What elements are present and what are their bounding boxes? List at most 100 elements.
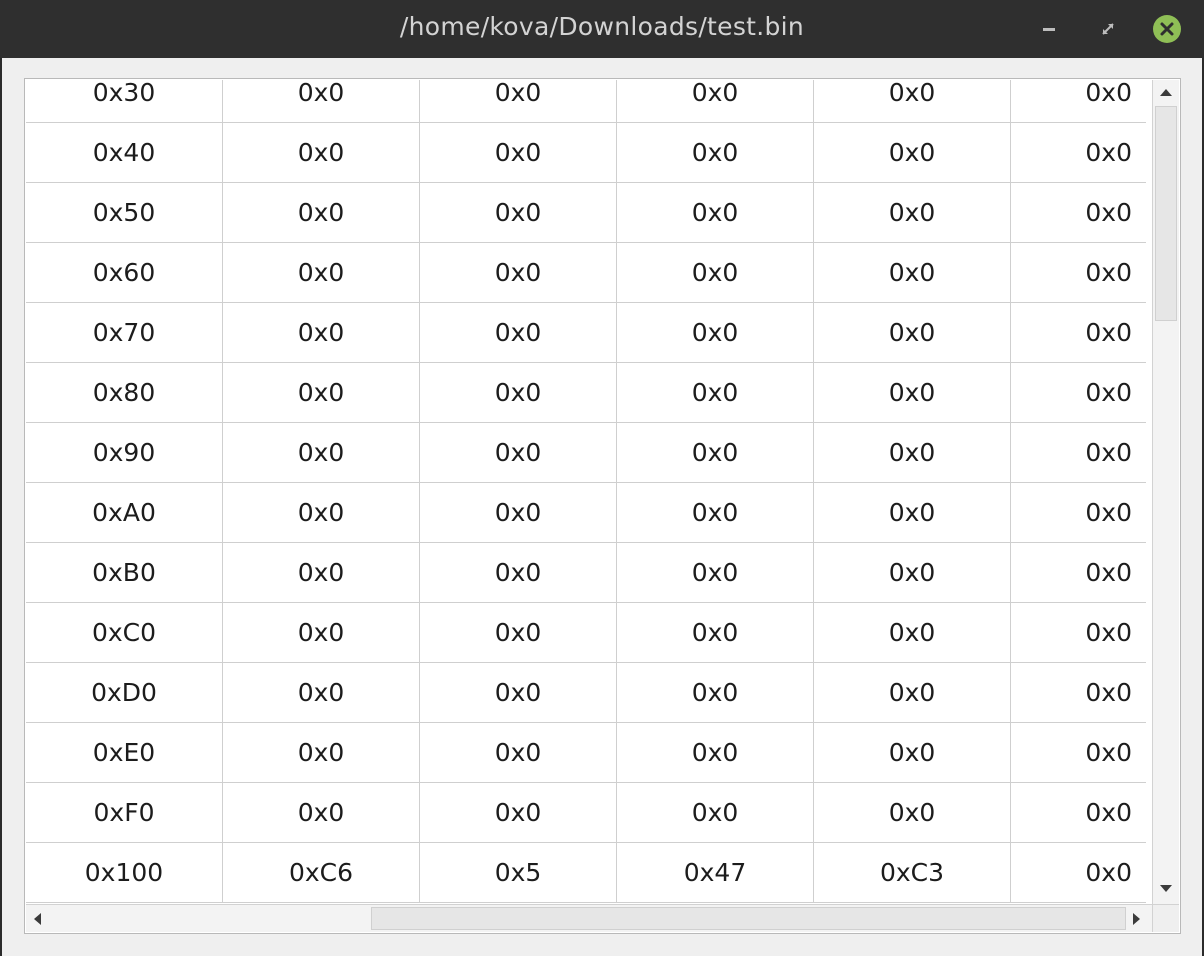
scroll-down-arrow-icon[interactable] [1160, 885, 1172, 892]
offset-cell[interactable]: 0xC0 [26, 603, 223, 663]
byte-cell[interactable]: 0x47 [617, 843, 814, 903]
byte-cell[interactable]: 0x0 [1011, 483, 1146, 543]
byte-cell[interactable]: 0x0 [814, 80, 1011, 123]
window-body: 0x30 0x0 0x0 0x0 0x0 0x0 0x40 0x0 0x0 0x0 0x0 0x0 0x… [2, 58, 1202, 956]
byte-cell[interactable]: 0xC6 [223, 843, 420, 903]
offset-cell[interactable]: 0x70 [26, 303, 223, 363]
offset-cell[interactable]: 0x80 [26, 363, 223, 423]
byte-cell[interactable]: 0x0 [420, 423, 617, 483]
offset-cell[interactable]: 0x60 [26, 243, 223, 303]
byte-cell[interactable]: 0x0 [814, 363, 1011, 423]
byte-cell[interactable]: 0x0 [814, 423, 1011, 483]
byte-cell[interactable]: 0x0 [420, 723, 617, 783]
offset-cell[interactable]: 0xA0 [26, 483, 223, 543]
byte-cell[interactable]: 0x0 [617, 783, 814, 843]
byte-cell[interactable]: 0x0 [1011, 663, 1146, 723]
table-row: 0xB0 0x0 0x0 0x0 0x0 0x0 [26, 543, 1146, 603]
byte-cell[interactable]: 0x0 [1011, 723, 1146, 783]
byte-cell[interactable]: 0x0 [617, 80, 814, 123]
byte-cell[interactable]: 0x0 [223, 783, 420, 843]
byte-cell[interactable]: 0x0 [1011, 843, 1146, 903]
byte-cell[interactable]: 0x0 [223, 723, 420, 783]
offset-cell[interactable]: 0x90 [26, 423, 223, 483]
byte-cell[interactable]: 0x5 [420, 843, 617, 903]
offset-cell[interactable]: 0x40 [26, 123, 223, 183]
vertical-scroll-thumb[interactable] [1155, 106, 1177, 321]
byte-cell[interactable]: 0x0 [617, 243, 814, 303]
offset-cell[interactable]: 0xB0 [26, 543, 223, 603]
byte-cell[interactable]: 0x0 [814, 603, 1011, 663]
offset-cell[interactable]: 0x50 [26, 183, 223, 243]
byte-cell[interactable]: 0x0 [223, 423, 420, 483]
horizontal-scrollbar[interactable] [26, 904, 1152, 932]
byte-cell[interactable]: 0x0 [617, 363, 814, 423]
byte-cell[interactable]: 0x0 [1011, 423, 1146, 483]
offset-cell[interactable]: 0xD0 [26, 663, 223, 723]
byte-cell[interactable]: 0x0 [814, 723, 1011, 783]
byte-cell[interactable]: 0x0 [617, 183, 814, 243]
byte-cell[interactable]: 0x0 [420, 543, 617, 603]
offset-cell[interactable]: 0x100 [26, 843, 223, 903]
byte-cell[interactable]: 0x0 [814, 243, 1011, 303]
scroll-right-arrow-icon[interactable] [1133, 913, 1140, 925]
offset-cell[interactable]: 0xF0 [26, 783, 223, 843]
byte-cell[interactable]: 0x0 [814, 783, 1011, 843]
byte-cell[interactable]: 0x0 [420, 243, 617, 303]
byte-cell[interactable]: 0x0 [617, 423, 814, 483]
byte-cell[interactable]: 0x0 [223, 363, 420, 423]
byte-cell[interactable]: 0x0 [223, 663, 420, 723]
byte-cell[interactable]: 0x0 [617, 603, 814, 663]
close-icon [1160, 22, 1174, 36]
byte-cell[interactable]: 0x0 [420, 483, 617, 543]
byte-cell[interactable]: 0xC3 [814, 843, 1011, 903]
byte-cell[interactable]: 0x0 [223, 603, 420, 663]
byte-cell[interactable]: 0x0 [617, 123, 814, 183]
byte-cell[interactable]: 0x0 [814, 543, 1011, 603]
scroll-up-arrow-icon[interactable] [1160, 89, 1172, 96]
vertical-scrollbar[interactable] [1152, 80, 1179, 904]
byte-cell[interactable]: 0x0 [223, 123, 420, 183]
byte-cell[interactable]: 0x0 [1011, 783, 1146, 843]
byte-cell[interactable]: 0x0 [1011, 303, 1146, 363]
byte-cell[interactable]: 0x0 [1011, 80, 1146, 123]
byte-cell[interactable]: 0x0 [814, 303, 1011, 363]
byte-cell[interactable]: 0x0 [223, 183, 420, 243]
close-button[interactable] [1153, 15, 1181, 43]
byte-cell[interactable]: 0x0 [1011, 603, 1146, 663]
byte-cell[interactable]: 0x0 [420, 783, 617, 843]
byte-cell[interactable]: 0x0 [223, 243, 420, 303]
byte-cell[interactable]: 0x0 [1011, 123, 1146, 183]
byte-cell[interactable]: 0x0 [814, 183, 1011, 243]
byte-cell[interactable]: 0x0 [814, 663, 1011, 723]
byte-cell[interactable]: 0x0 [420, 183, 617, 243]
byte-cell[interactable]: 0x0 [420, 80, 617, 123]
byte-cell[interactable]: 0x0 [617, 543, 814, 603]
byte-cell[interactable]: 0x0 [420, 363, 617, 423]
byte-cell[interactable]: 0x0 [223, 303, 420, 363]
byte-cell[interactable]: 0x0 [223, 483, 420, 543]
byte-cell[interactable]: 0x0 [223, 543, 420, 603]
byte-cell[interactable]: 0x0 [1011, 243, 1146, 303]
offset-cell[interactable]: 0xE0 [26, 723, 223, 783]
maximize-button[interactable] [1095, 16, 1121, 42]
byte-cell[interactable]: 0x0 [420, 663, 617, 723]
byte-cell[interactable]: 0x0 [420, 603, 617, 663]
byte-cell[interactable]: 0x0 [1011, 543, 1146, 603]
scroll-left-arrow-icon[interactable] [34, 913, 41, 925]
byte-cell[interactable]: 0x0 [617, 303, 814, 363]
byte-cell[interactable]: 0x0 [617, 723, 814, 783]
table-row: 0x70 0x0 0x0 0x0 0x0 0x0 [26, 303, 1146, 363]
byte-cell[interactable]: 0x0 [223, 80, 420, 123]
byte-cell[interactable]: 0x0 [420, 123, 617, 183]
byte-cell[interactable]: 0x0 [1011, 363, 1146, 423]
byte-cell[interactable]: 0x0 [814, 483, 1011, 543]
table-row: 0xE0 0x0 0x0 0x0 0x0 0x0 [26, 723, 1146, 783]
byte-cell[interactable]: 0x0 [1011, 183, 1146, 243]
byte-cell[interactable]: 0x0 [617, 663, 814, 723]
byte-cell[interactable]: 0x0 [814, 123, 1011, 183]
horizontal-scroll-thumb[interactable] [371, 907, 1126, 930]
minimize-button[interactable] [1036, 16, 1062, 42]
offset-cell[interactable]: 0x30 [26, 80, 223, 123]
byte-cell[interactable]: 0x0 [617, 483, 814, 543]
byte-cell[interactable]: 0x0 [420, 303, 617, 363]
